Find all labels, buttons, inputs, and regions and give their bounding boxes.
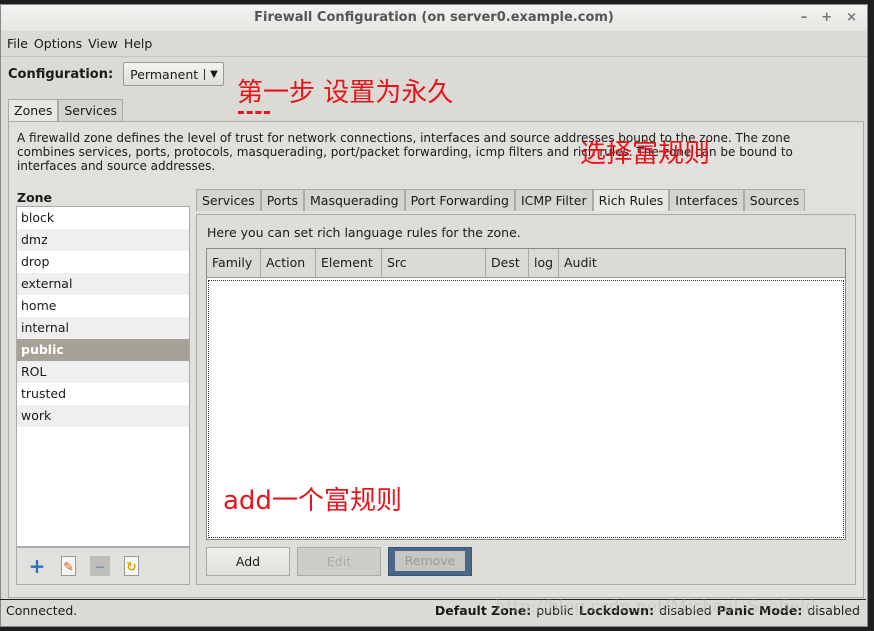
zones-panel: A firewalld zone defines the level of tr… — [8, 121, 864, 598]
configuration-label: Configuration: — [8, 66, 114, 82]
col-dest[interactable]: Dest — [486, 249, 529, 277]
maximize-button[interactable]: + — [821, 5, 832, 31]
tab-icmp-filter[interactable]: ICMP Filter — [514, 189, 593, 211]
col-audit[interactable]: Audit — [559, 249, 845, 277]
zone-item[interactable]: ROL — [17, 361, 189, 383]
col-family[interactable]: Family — [207, 249, 261, 277]
configuration-value: Permanent — [130, 66, 199, 82]
col-element[interactable]: Element — [316, 249, 382, 277]
tab-sources[interactable]: Sources — [743, 189, 806, 211]
title-bar: Firewall Configuration (on server0.examp… — [1, 5, 867, 31]
configuration-dropdown[interactable]: Permanent ▼ — [123, 62, 224, 86]
tab-rich-rules[interactable]: Rich Rules — [592, 189, 670, 211]
annotation-add: add一个富规则 — [223, 486, 402, 516]
zone-item[interactable]: dmz — [17, 229, 189, 251]
configuration-row: Configuration: Permanent ▼ — [8, 62, 224, 86]
tab-services[interactable]: Services — [196, 189, 261, 211]
load-defaults-icon[interactable]: ↻ — [124, 556, 139, 576]
col-log[interactable]: log — [529, 249, 559, 277]
menu-options[interactable]: Options — [34, 36, 82, 51]
menu-bar: File Options View Help — [1, 31, 867, 57]
zone-item[interactable]: work — [17, 405, 189, 427]
close-button[interactable]: × — [846, 5, 857, 31]
add-icon[interactable]: + — [27, 554, 47, 578]
add-button[interactable]: Add — [206, 547, 290, 576]
menu-help[interactable]: Help — [124, 36, 153, 51]
annotation-rich-rules: 选择富规则 — [580, 139, 711, 169]
col-src[interactable]: Src — [382, 249, 486, 277]
zone-item[interactable]: home — [17, 295, 189, 317]
zone-item[interactable]: block — [17, 207, 189, 229]
annotation-step1: 第一步 设置为永久 — [237, 78, 454, 108]
rich-rules-help: Here you can set rich language rules for… — [207, 225, 521, 240]
remove-label: Remove — [395, 551, 465, 571]
top-tabs: Zones Services — [8, 99, 124, 121]
connection-status: Connected. — [6, 603, 78, 618]
table-header: Family Action Element Src Dest log Audit — [207, 249, 845, 278]
tab-port-forwarding[interactable]: Port Forwarding — [404, 189, 515, 211]
edit-button[interactable]: Edit — [297, 547, 381, 576]
zone-toolbar: + ✎ − ↻ — [16, 547, 190, 585]
zone-tabs: Services Ports Masquerading Port Forward… — [196, 189, 806, 211]
menu-view[interactable]: View — [88, 36, 118, 51]
window-title: Firewall Configuration (on server0.examp… — [254, 10, 614, 25]
watermark: http://blog.csdn.net/Michael_Scofield — [495, 597, 817, 617]
tab-masquerading[interactable]: Masquerading — [304, 189, 405, 211]
menu-file[interactable]: File — [7, 36, 28, 51]
tab-zones[interactable]: Zones — [8, 99, 59, 121]
zone-item-selected[interactable]: public — [17, 339, 189, 361]
annotation-underline — [238, 111, 270, 114]
zone-item[interactable]: trusted — [17, 383, 189, 405]
tab-ports[interactable]: Ports — [260, 189, 305, 211]
chevron-down-icon: ▼ — [204, 68, 223, 80]
zone-item[interactable]: internal — [17, 317, 189, 339]
zone-list[interactable]: block dmz drop external home internal pu… — [16, 206, 190, 547]
edit-icon[interactable]: ✎ — [61, 556, 76, 576]
tab-interfaces[interactable]: Interfaces — [669, 189, 744, 211]
zone-item[interactable]: drop — [17, 251, 189, 273]
col-action[interactable]: Action — [261, 249, 316, 277]
tab-services[interactable]: Services — [58, 99, 124, 121]
rich-rules-panel: Here you can set rich language rules for… — [196, 214, 856, 585]
zone-item[interactable]: external — [17, 273, 189, 295]
zone-list-label: Zone — [17, 190, 53, 205]
remove-icon[interactable]: − — [90, 556, 110, 576]
remove-button[interactable]: Remove — [388, 547, 472, 576]
minimize-button[interactable]: – — [801, 5, 808, 31]
